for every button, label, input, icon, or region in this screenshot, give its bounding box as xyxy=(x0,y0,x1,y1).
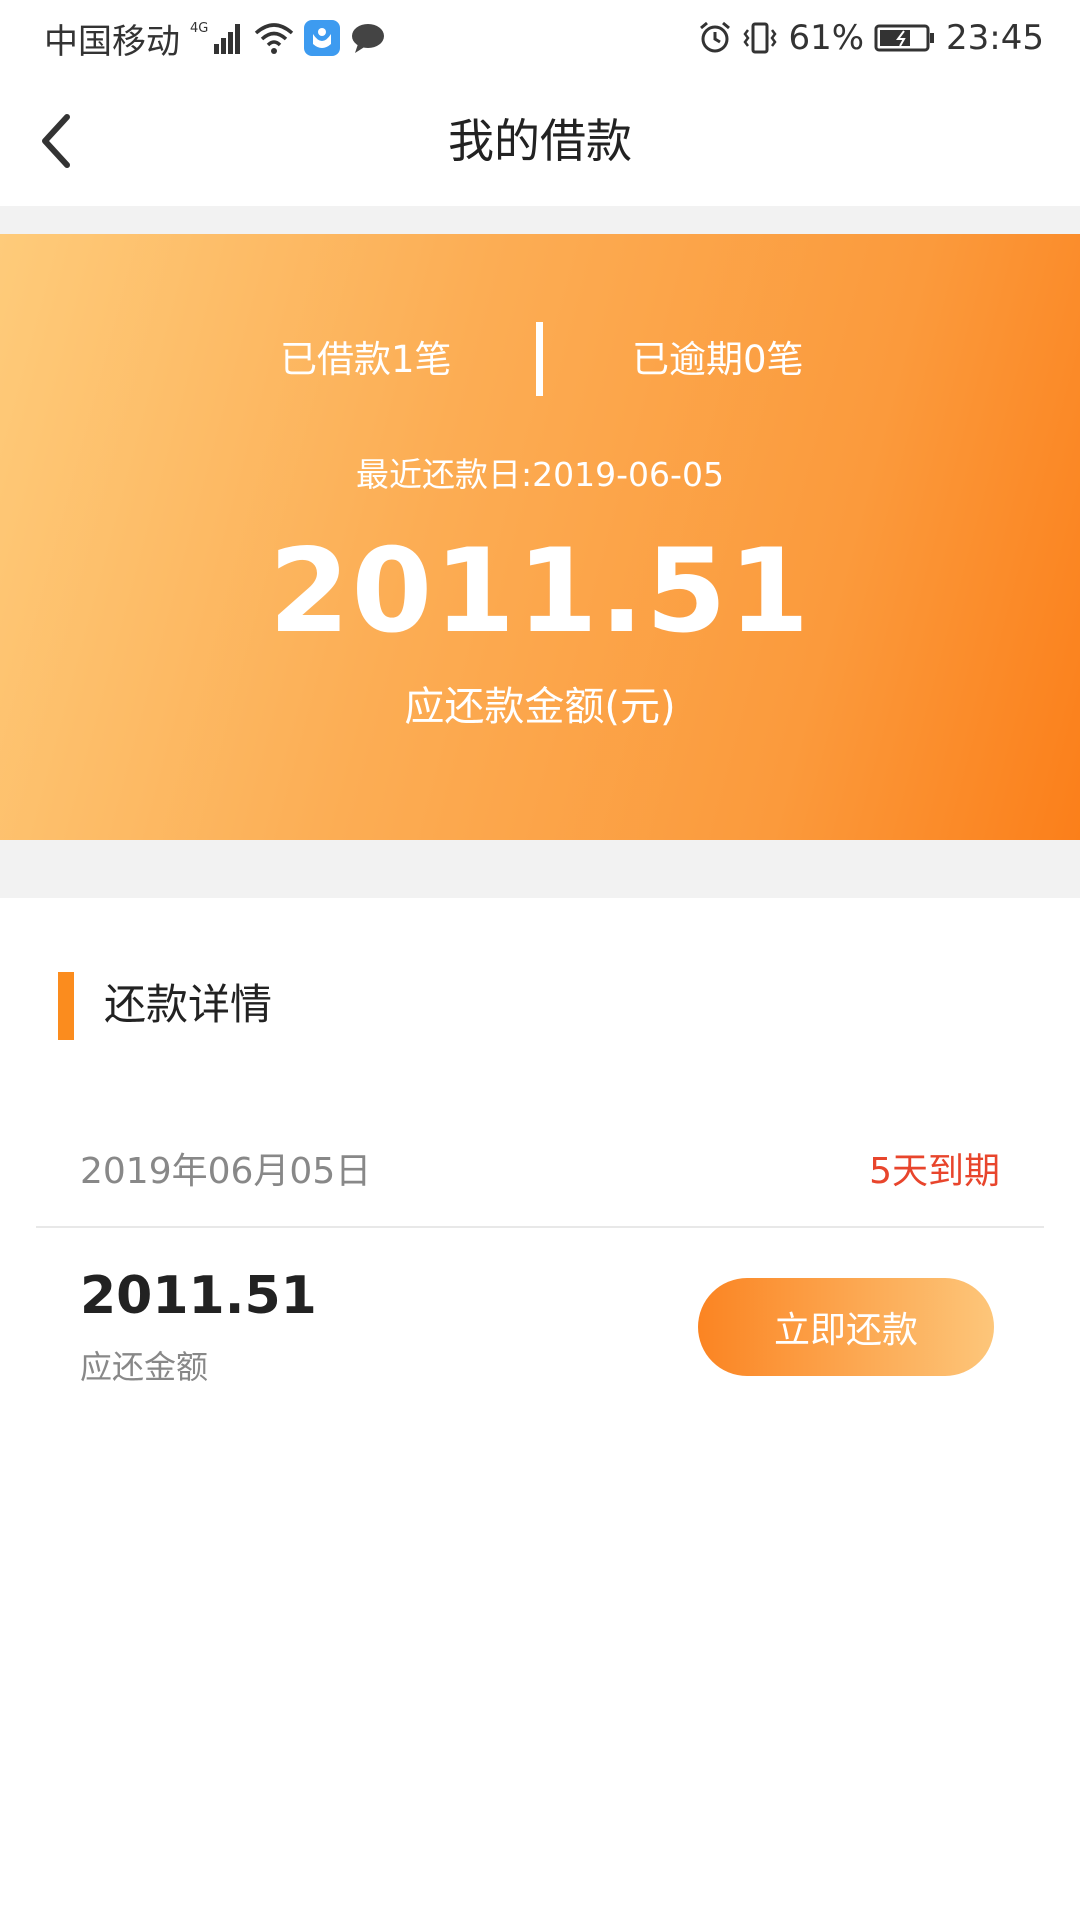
status-bar-right: 61% 23:45 xyxy=(698,18,1044,58)
app-notification-icon xyxy=(304,20,340,56)
chat-notification-icon xyxy=(350,22,386,54)
wifi-icon xyxy=(254,21,294,55)
item-amount: 2011.51 xyxy=(80,1266,317,1326)
divider-band xyxy=(0,840,1080,898)
due-status: 5天到期 xyxy=(869,1151,1000,1192)
svg-text:4G: 4G xyxy=(190,21,208,36)
due-date: 2019年06月05日 xyxy=(80,1151,372,1192)
nav-bar: 我的借款 xyxy=(0,76,1080,206)
clock-time: 23:45 xyxy=(946,18,1044,58)
signal-icon: 4G xyxy=(190,20,244,56)
repay-item-header: 2019年06月05日 5天到期 xyxy=(36,1130,1044,1228)
carrier-name: 中国移动 xyxy=(44,21,180,62)
status-bar-left: 中国移动 4G xyxy=(44,14,386,63)
status-bar: 中国移动 4G 61% 23:45 xyxy=(0,0,1080,76)
battery-percent: 61% xyxy=(788,18,865,58)
vibrate-icon xyxy=(742,20,778,56)
section-title: 还款详情 xyxy=(104,980,273,1029)
repay-amount-label: 应还款金额(元) xyxy=(404,684,676,730)
repay-amount: 2011.51 xyxy=(268,524,812,659)
page-title: 我的借款 xyxy=(448,114,632,168)
repay-now-button[interactable]: 立即还款 xyxy=(698,1278,994,1376)
section-accent-bar xyxy=(58,972,74,1040)
borrowed-count: 已借款1笔 xyxy=(280,338,452,381)
stats-divider xyxy=(536,322,543,396)
divider-band xyxy=(0,206,1080,234)
repay-item: 2011.51 应还金额 立即还款 xyxy=(36,1226,1044,1406)
item-amount-label: 应还金额 xyxy=(80,1348,209,1386)
loan-summary-banner: 已借款1笔 已逾期0笔 最近还款日:2019-06-05 2011.51 应还款… xyxy=(0,234,1080,840)
overdue-count: 已逾期0笔 xyxy=(632,338,804,381)
recent-repay-date: 最近还款日:2019-06-05 xyxy=(356,455,724,494)
battery-icon xyxy=(874,23,936,53)
loan-stats: 已借款1笔 已逾期0笔 xyxy=(0,322,1080,398)
alarm-icon xyxy=(698,21,732,55)
